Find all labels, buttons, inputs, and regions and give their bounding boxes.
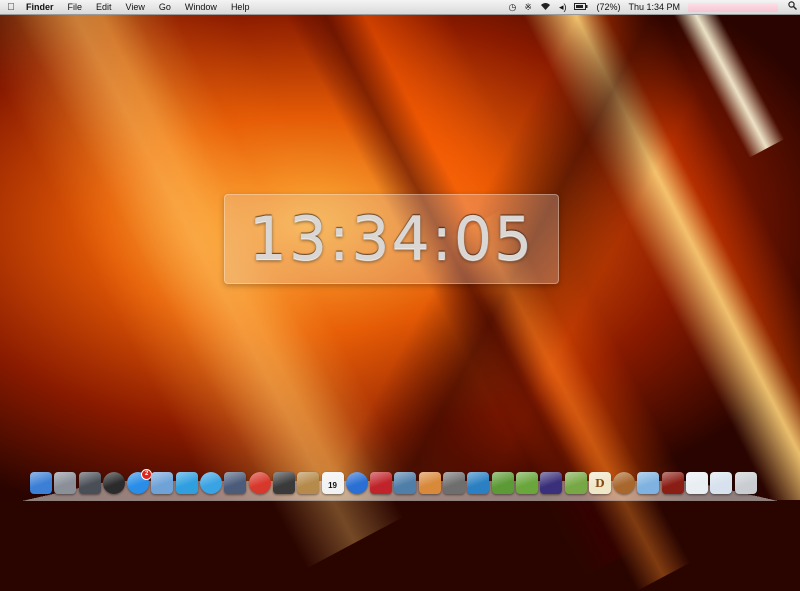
preview-icon[interactable] — [151, 472, 174, 494]
apple-icon[interactable]:  — [0, 2, 22, 13]
menu-app-finder[interactable]: Finder — [22, 0, 61, 14]
preview-stack-icon[interactable] — [710, 472, 733, 494]
mission-control-icon[interactable] — [78, 472, 101, 494]
xcode-icon[interactable] — [467, 472, 490, 494]
documents-stack-icon[interactable] — [686, 472, 709, 494]
dock: 2 19 D — [30, 466, 759, 494]
time-machine-icon[interactable]: ◷ — [505, 0, 521, 14]
finder-icon[interactable] — [30, 472, 52, 494]
battery-icon[interactable] — [570, 0, 592, 14]
minecraft-3-icon[interactable] — [564, 472, 587, 494]
dictionary-letter: D — [595, 476, 605, 490]
chrome-icon[interactable] — [248, 472, 271, 494]
safari-icon[interactable] — [200, 472, 223, 494]
minecraft-icon[interactable] — [491, 472, 514, 494]
app-store-icon[interactable]: 2 — [127, 469, 153, 494]
facetime-icon[interactable] — [272, 472, 295, 494]
scripts-icon[interactable] — [224, 472, 247, 494]
cube-icon[interactable] — [540, 472, 563, 494]
itunes-icon[interactable] — [345, 472, 368, 494]
calendar-icon[interactable]: 19 — [321, 472, 344, 494]
downloads-folder-icon[interactable] — [661, 472, 684, 494]
clock-time: 13:34:05 — [248, 204, 535, 274]
contacts-icon[interactable] — [297, 472, 320, 494]
menu-go[interactable]: Go — [152, 0, 178, 14]
bluetooth-icon[interactable]: ※ — [520, 0, 536, 14]
photo-booth-icon[interactable] — [370, 472, 393, 494]
image-capture-icon[interactable] — [418, 472, 441, 494]
spotlight-icon[interactable] — [784, 1, 800, 13]
coffee-icon[interactable] — [613, 472, 636, 494]
trash-icon[interactable] — [734, 472, 757, 494]
menu-help[interactable]: Help — [224, 0, 257, 14]
status-menus: ◷ ※ ◂) (72%) Thu 1:34 PM — [505, 0, 800, 14]
menu-file[interactable]: File — [61, 0, 90, 14]
menu-bar:  Finder File Edit View Go Window Help ◷… — [0, 0, 800, 15]
menu-window[interactable]: Window — [178, 0, 224, 14]
twitter-icon[interactable] — [175, 472, 198, 494]
menu-view[interactable]: View — [119, 0, 152, 14]
dashboard-icon[interactable] — [102, 472, 125, 494]
battery-percent: (72%) — [596, 2, 621, 12]
dictionary-icon[interactable]: D — [588, 472, 611, 494]
calendar-day-label: 19 — [328, 481, 338, 490]
menu-clock[interactable]: Thu 1:34 PM — [624, 0, 684, 14]
user-account-menu[interactable] — [688, 2, 778, 12]
minecraft-2-icon[interactable] — [515, 472, 538, 494]
wifi-icon[interactable] — [536, 0, 555, 14]
clock-widget[interactable]: 13:34:05 — [224, 194, 559, 284]
iphoto-icon[interactable] — [394, 472, 417, 494]
menu-edit[interactable]: Edit — [89, 0, 119, 14]
screenshot-icon[interactable] — [443, 472, 466, 494]
applications-folder-icon[interactable] — [637, 472, 660, 494]
launchpad-icon[interactable] — [54, 472, 77, 494]
volume-icon[interactable]: ◂) — [555, 0, 571, 14]
